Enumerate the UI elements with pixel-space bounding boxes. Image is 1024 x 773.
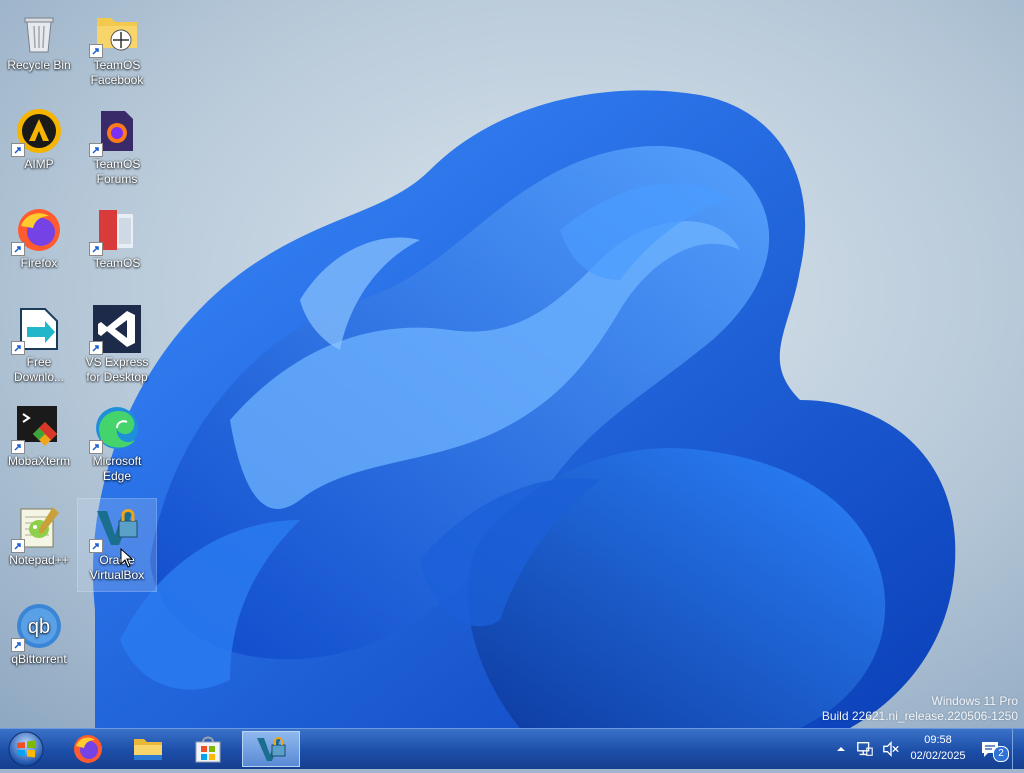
show-desktop-button[interactable] (1012, 729, 1023, 769)
chevron-up-icon (837, 747, 845, 751)
start-button[interactable] (6, 730, 46, 768)
windows-start-icon (8, 731, 44, 767)
shortcut-arrow-icon (11, 539, 25, 553)
desktop-icon-label: Microsoft Edge (92, 454, 142, 483)
folder-icon (134, 739, 162, 760)
free-download-manager-icon (11, 305, 63, 355)
teamos-icon (89, 206, 141, 256)
watermark-build: Build 22621.ni_release.220506-1250 (821, 709, 1018, 723)
taskbar-store-button[interactable] (182, 731, 234, 767)
mouse-cursor-icon (120, 548, 134, 568)
desktop-icon-label: Free Downlo... (13, 355, 65, 384)
desktop-icon-label: Recycle Bin (7, 58, 71, 72)
desktop-icon-mobaxterm[interactable]: MobaXterm (0, 400, 78, 492)
tray-show-hidden-button[interactable] (836, 729, 850, 769)
recycle-bin-icon (15, 8, 63, 56)
clock-time: 09:58 (924, 734, 952, 746)
desktop-icon-vs-express[interactable]: VS Express for Desktop (78, 301, 156, 393)
shortcut-arrow-icon (89, 539, 103, 553)
desktop-icon-label: VS Express for Desktop (85, 355, 149, 384)
desktop-icon-label: qBittorrent (11, 652, 67, 666)
desktop-icon-teamos[interactable]: TeamOS (78, 202, 156, 294)
desktop-icon-label: Firefox (20, 256, 58, 270)
notification-count-badge: 2 (993, 746, 1009, 762)
desktop-icon-recycle-bin[interactable]: Recycle Bin (0, 4, 78, 96)
desktop-icon-label: Oracle VirtualBox (89, 553, 145, 582)
svg-text:qb: qb (28, 616, 50, 638)
desktop-icon-label: TeamOS (93, 256, 141, 270)
tray-network-button[interactable] (856, 729, 878, 769)
folder-shortcut-icon (89, 8, 141, 58)
desktop-icon-label: MobaXterm (7, 454, 71, 468)
aimp-icon (11, 107, 63, 157)
desktop-icon-microsoft-edge[interactable]: Microsoft Edge (78, 400, 156, 492)
desktop-icon-oracle-virtualbox[interactable]: Oracle VirtualBox (77, 498, 157, 592)
desktop-icon-teamos-forums[interactable]: TeamOS Forums (78, 103, 156, 195)
desktop-icon-label: Notepad++ (9, 553, 69, 567)
firefox-icon (74, 735, 102, 763)
watermark-edition: Windows 11 Pro (931, 694, 1018, 708)
desktop-icon-firefox[interactable]: Firefox (0, 202, 78, 294)
shortcut-arrow-icon (11, 440, 25, 454)
firefox-icon (11, 206, 63, 256)
shortcut-arrow-icon (89, 440, 103, 454)
desktop-icon-notepad-plus-plus[interactable]: Notepad++ (0, 499, 78, 591)
desktop-icon-teamos-facebook[interactable]: TeamOS Facebook (78, 4, 156, 96)
notepad-plus-plus-icon (11, 503, 63, 553)
shortcut-arrow-icon (11, 242, 25, 256)
shortcut-arrow-icon (11, 638, 25, 652)
shortcut-arrow-icon (11, 143, 25, 157)
desktop-icon-aimp[interactable]: AIMP (0, 103, 78, 195)
shortcut-arrow-icon (89, 242, 103, 256)
desktop-icon-qbittorrent[interactable]: qb qBittorrent (0, 598, 78, 690)
visual-studio-icon (89, 305, 141, 355)
taskbar-clock[interactable]: 09:58 02/02/2025 (900, 732, 976, 764)
taskbar: 09:58 02/02/2025 (0, 728, 1024, 769)
volume-muted-icon (883, 741, 899, 757)
shortcut-arrow-icon (89, 44, 103, 58)
desktop-icon-label: TeamOS Forums (93, 157, 141, 186)
shortcut-arrow-icon (89, 143, 103, 157)
qbittorrent-icon: qb (11, 602, 63, 652)
desktop-icon-label: TeamOS Facebook (90, 58, 144, 87)
virtualbox-icon (89, 503, 141, 553)
store-icon (195, 736, 221, 763)
firefox-document-icon (89, 107, 141, 157)
taskbar-virtualbox-button[interactable] (242, 731, 300, 767)
edge-icon (89, 404, 141, 454)
shortcut-arrow-icon (89, 341, 103, 355)
os-watermark: Windows 11 Pro Build 22621.ni_release.22… (822, 694, 1018, 724)
clock-date: 02/02/2025 (910, 750, 966, 762)
mobaxterm-icon (11, 404, 63, 454)
desktop-icon-free-download-manager[interactable]: Free Downlo... (0, 301, 78, 393)
shortcut-arrow-icon (11, 341, 25, 355)
taskbar-file-explorer-button[interactable] (122, 731, 174, 767)
desktop-icon-label: AIMP (24, 157, 54, 171)
taskbar-firefox-button[interactable] (62, 731, 114, 767)
virtualbox-icon (257, 737, 286, 761)
network-icon (857, 742, 873, 756)
